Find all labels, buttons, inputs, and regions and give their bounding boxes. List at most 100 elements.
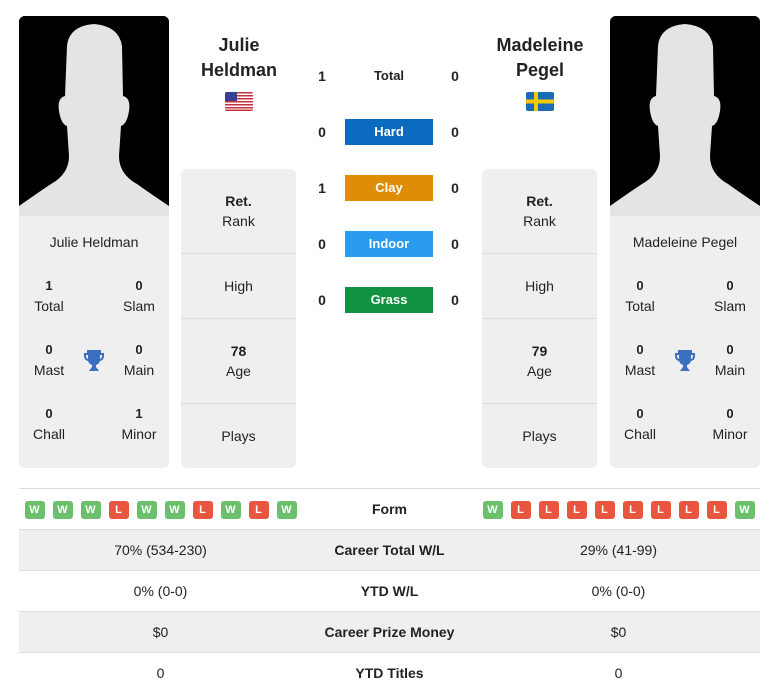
career-wl-label: Career Total W/L (302, 529, 477, 571)
h2h-row-grass: 0 Grass 0 (310, 287, 470, 313)
form-win-badge[interactable]: W (734, 500, 755, 519)
h2h-row-clay: 1 Clay 0 (310, 175, 470, 201)
form-loss-badge[interactable]: L (650, 500, 671, 519)
p1-ytd-titles: 0 (19, 652, 302, 694)
h2h-right-value: 0 (451, 236, 459, 252)
h2h-row-indoor: 0 Indoor 0 (310, 231, 470, 257)
form-win-badge[interactable]: W (52, 500, 73, 519)
p1-main-label: Main (123, 362, 155, 378)
h2h-right-value: 0 (451, 292, 459, 308)
surface-indoor-badge[interactable]: Indoor (345, 231, 433, 257)
p1-ytd-wl: 0% (0-0) (19, 570, 302, 612)
p2-slam-value: 0 (726, 278, 734, 293)
surface-grass-badge[interactable]: Grass (345, 287, 433, 313)
p1-rank-label: Rank (222, 213, 255, 229)
form-win-badge[interactable]: W (136, 500, 157, 519)
player1-name-heading[interactable]: Julie Heldman (169, 33, 309, 83)
p2-age-value: 79 (531, 343, 548, 359)
p2-minor-label: Minor (712, 426, 748, 442)
form-win-badge[interactable]: W (164, 500, 185, 519)
player2-first-name: Madeleine (496, 35, 584, 55)
p1-minor-label: Minor (121, 426, 157, 442)
p1-age-label: Age (226, 363, 251, 379)
h2h-right-value: 0 (451, 180, 459, 196)
form-loss-badge[interactable]: L (622, 500, 643, 519)
p1-total-value: 1 (45, 278, 53, 293)
comparison-table: WWWLWWLWLW Form WLLLLLLLLW 70% (534-230)… (19, 488, 760, 694)
p2-chall-value: 0 (636, 406, 644, 421)
player2-photo (610, 16, 760, 216)
prize-money-row: $0 Career Prize Money $0 (19, 611, 760, 653)
career-wl-row: 70% (534-230) Career Total W/L 29% (41-9… (19, 529, 760, 571)
player2-info-box: Ret. Rank High 79 Age Plays (482, 169, 597, 468)
p1-rank-value: Ret. (225, 193, 252, 209)
p1-slam-label: Slam (123, 298, 155, 314)
form-loss-badge[interactable]: L (538, 500, 559, 519)
p1-chall-value: 0 (45, 406, 53, 421)
p1-mast-label: Mast (33, 362, 65, 378)
p2-minor-value: 0 (726, 406, 734, 421)
h2h-left-value: 0 (318, 124, 326, 140)
p2-plays-label: Plays (522, 428, 557, 444)
h2h-left-value: 0 (318, 292, 326, 308)
form-loss-badge[interactable]: L (248, 500, 269, 519)
form-win-badge[interactable]: W (276, 500, 297, 519)
p1-minor-value: 1 (135, 406, 143, 421)
form-win-badge[interactable]: W (24, 500, 45, 519)
trophy-icon (673, 348, 697, 372)
form-win-badge[interactable]: W (482, 500, 503, 519)
form-row: WWWLWWLWLW Form WLLLLLLLLW (19, 488, 760, 530)
silhouette-icon (610, 16, 760, 216)
p2-mast-label: Mast (624, 362, 656, 378)
ytd-titles-row: 0 YTD Titles 0 (19, 652, 760, 694)
surface-clay-badge[interactable]: Clay (345, 175, 433, 201)
h2h-row-total: 1 Total 0 (310, 63, 470, 89)
p2-high-label: High (525, 278, 554, 294)
p2-ytd-titles: 0 (477, 652, 760, 694)
player2-name-heading[interactable]: Madeleine Pegel (470, 33, 610, 83)
player1-photo (19, 16, 169, 216)
p1-age-value: 78 (230, 343, 247, 359)
p2-form: WLLLLLLLLW (477, 488, 760, 530)
form-loss-badge[interactable]: L (678, 500, 699, 519)
player1-info-box: Ret. Rank High 78 Age Plays (181, 169, 296, 468)
h2h-row-hard: 0 Hard 0 (310, 119, 470, 145)
player1-first-name: Julie (218, 35, 260, 55)
p2-rank-value: Ret. (526, 193, 553, 209)
p2-career-wl: 29% (41-99) (477, 529, 760, 571)
form-loss-badge[interactable]: L (192, 500, 213, 519)
p2-slam-label: Slam (714, 298, 746, 314)
p1-plays-label: Plays (221, 428, 256, 444)
player2-name[interactable]: Madeleine Pegel (610, 216, 760, 272)
player2-last-name: Pegel (515, 60, 565, 80)
p2-chall-label: Chall (624, 426, 656, 442)
ytd-wl-row: 0% (0-0) YTD W/L 0% (0-0) (19, 570, 760, 612)
form-loss-badge[interactable]: L (594, 500, 615, 519)
p2-prize-money: $0 (477, 611, 760, 653)
p2-rank-label: Rank (523, 213, 556, 229)
silhouette-icon (19, 16, 169, 216)
p1-form: WWWLWWLWLW (19, 488, 302, 530)
p1-main-value: 0 (135, 342, 143, 357)
form-label: Form (302, 488, 477, 530)
form-loss-badge[interactable]: L (510, 500, 531, 519)
p2-main-label: Main (714, 362, 746, 378)
p2-ytd-wl: 0% (0-0) (477, 570, 760, 612)
h2h-total-label: Total (373, 68, 405, 83)
h2h-left-value: 1 (318, 68, 326, 84)
surface-hard-badge[interactable]: Hard (345, 119, 433, 145)
form-loss-badge[interactable]: L (706, 500, 727, 519)
trophy-icon (82, 348, 106, 372)
h2h-left-value: 0 (318, 236, 326, 252)
p1-mast-value: 0 (45, 342, 53, 357)
h2h-right-value: 0 (451, 124, 459, 140)
se-flag-icon (526, 92, 554, 111)
p1-total-label: Total (34, 298, 64, 314)
p2-total-value: 0 (636, 278, 644, 293)
form-win-badge[interactable]: W (80, 500, 101, 519)
p2-total-label: Total (625, 298, 655, 314)
form-loss-badge[interactable]: L (566, 500, 587, 519)
player1-name[interactable]: Julie Heldman (19, 216, 169, 272)
form-loss-badge[interactable]: L (108, 500, 129, 519)
form-win-badge[interactable]: W (220, 500, 241, 519)
